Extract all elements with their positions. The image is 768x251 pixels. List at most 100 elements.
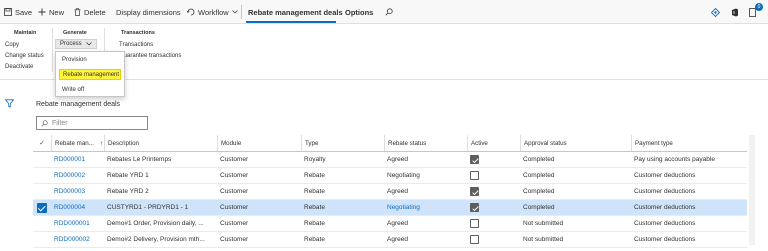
cell-module-text: Customer bbox=[220, 204, 249, 211]
menu-item-provision[interactable]: Provision bbox=[59, 54, 121, 65]
cell-approval-status: Completed bbox=[520, 184, 631, 199]
active-checkbox[interactable] bbox=[470, 155, 479, 164]
cell-active[interactable] bbox=[467, 216, 520, 231]
table-row[interactable]: RD000001 Rebates Le Printemps Customer Roya… bbox=[33, 152, 747, 168]
save-icon bbox=[4, 8, 12, 16]
sort-ascending-icon: ↑ bbox=[99, 139, 103, 147]
guarantee-transactions-button[interactable]: Guarantee transactions bbox=[119, 53, 181, 59]
tab-options[interactable]: Options bbox=[345, 0, 373, 24]
transactions-button[interactable]: Transactions bbox=[119, 42, 153, 48]
cell-rebate-status: Agreed bbox=[384, 216, 467, 231]
cell-deal-id-text[interactable]: RDD000001 bbox=[54, 220, 90, 227]
cell-active[interactable] bbox=[467, 184, 520, 199]
menu-item-write-off[interactable]: Write off bbox=[59, 84, 121, 95]
table-row[interactable]: RDD000001 Demo#1 Order, Provision daily, … bbox=[33, 216, 747, 232]
active-checkbox[interactable] bbox=[470, 235, 479, 244]
ribbon-divider bbox=[52, 28, 53, 72]
cell-deal-id[interactable]: RD000004 bbox=[51, 200, 104, 215]
active-checkbox[interactable] bbox=[470, 187, 479, 196]
active-checkbox[interactable] bbox=[470, 203, 479, 212]
workflow-icon bbox=[187, 8, 195, 16]
new-label: New bbox=[49, 7, 65, 17]
cell-type-text: Rebate bbox=[304, 236, 325, 243]
cell-active[interactable] bbox=[467, 200, 520, 215]
cell-active[interactable] bbox=[467, 232, 520, 247]
copy-button[interactable]: Copy bbox=[5, 42, 19, 48]
select-all-checkbox[interactable]: ✓ bbox=[33, 135, 51, 151]
column-header-rebate-management[interactable]: Rebate man... ↑ bbox=[51, 135, 104, 151]
process-menu: Provision Rebate management Write off bbox=[55, 51, 125, 97]
cell-deal-id[interactable]: RD000003 bbox=[51, 184, 104, 199]
column-header-rebate-status[interactable]: Rebate status bbox=[384, 135, 467, 151]
cell-type-text: Royalty bbox=[304, 156, 326, 163]
display-dimensions-button[interactable]: Display dimensions bbox=[116, 0, 181, 24]
cell-approval-status-text: Completed bbox=[523, 188, 555, 195]
cell-type: Royalty bbox=[301, 152, 384, 167]
action-pane: Save New Delete Display dimensions Workf… bbox=[0, 0, 768, 24]
cell-deal-id[interactable]: RDD000002 bbox=[51, 232, 104, 247]
cell-description: Demo#1 Order, Provision daily, ... bbox=[104, 216, 217, 231]
cell-payment-type: Pay using accounts payable bbox=[631, 152, 747, 167]
table-row[interactable]: RD000004 CUSTYRD1 - PRDYRD1 - 1 Customer Re… bbox=[33, 200, 747, 216]
column-header-label: Approval status bbox=[524, 139, 567, 147]
cell-description: Rebates Le Printemps bbox=[104, 152, 217, 167]
delete-button[interactable]: Delete bbox=[74, 0, 106, 24]
cell-rebate-status-text: Agreed bbox=[387, 236, 408, 243]
vertical-scrollbar[interactable] bbox=[749, 135, 755, 245]
cell-deal-id-text[interactable]: RD000001 bbox=[54, 156, 85, 163]
column-header-description[interactable]: Description bbox=[104, 135, 217, 151]
cell-description: CUSTYRD1 - PRDYRD1 - 1 bbox=[104, 200, 217, 215]
table-row[interactable]: RDD000002 Demo#2 Delivery, Provision mth.… bbox=[33, 232, 747, 248]
row-select-checkbox[interactable] bbox=[33, 152, 51, 167]
active-checkbox[interactable] bbox=[470, 219, 479, 228]
column-header-payment-type[interactable]: Payment type bbox=[631, 135, 747, 151]
cell-type: Rebate bbox=[301, 216, 384, 231]
column-header-type[interactable]: Type bbox=[301, 135, 384, 151]
column-header-approval-status[interactable]: Approval status bbox=[520, 135, 631, 151]
menu-item-rebate-management[interactable]: Rebate management bbox=[59, 69, 121, 80]
change-status-button[interactable]: Change status bbox=[5, 53, 44, 59]
cell-payment-type: Customer deductions bbox=[631, 168, 747, 183]
cell-module-text: Customer bbox=[220, 236, 249, 243]
cell-deal-id[interactable]: RD000001 bbox=[51, 152, 104, 167]
active-checkbox[interactable] bbox=[470, 171, 479, 180]
process-dropdown-button[interactable]: Process bbox=[55, 39, 97, 49]
column-header-active[interactable]: Active bbox=[467, 135, 520, 151]
new-button[interactable]: New bbox=[38, 0, 64, 24]
cell-active[interactable] bbox=[467, 168, 520, 183]
filter-pane-icon[interactable] bbox=[5, 99, 14, 108]
row-select-checkbox[interactable] bbox=[33, 184, 51, 199]
row-select-checkbox[interactable] bbox=[33, 216, 51, 231]
cell-module: Customer bbox=[217, 152, 301, 167]
search-icon bbox=[41, 119, 48, 127]
connect-button[interactable] bbox=[711, 0, 723, 24]
cell-type-text: Rebate bbox=[304, 220, 325, 227]
filter-input[interactable]: Filter bbox=[36, 116, 148, 130]
cell-deal-id-text[interactable]: RD000003 bbox=[54, 188, 85, 195]
cell-approval-status-text: Completed bbox=[523, 156, 555, 163]
cell-deal-id[interactable]: RD000002 bbox=[51, 168, 104, 183]
checkmark-icon bbox=[37, 202, 47, 213]
workflow-button[interactable]: Workflow bbox=[187, 0, 241, 24]
office-button[interactable] bbox=[731, 0, 742, 24]
cell-deal-id-text[interactable]: RD000002 bbox=[54, 172, 85, 179]
column-header-module[interactable]: Module bbox=[217, 135, 301, 151]
grid-header: ✓ Rebate man... ↑ Description Module Typ… bbox=[33, 135, 747, 152]
deactivate-button[interactable]: Deactivate bbox=[5, 64, 33, 70]
tab-rebate-management-deals-label: Rebate management deals bbox=[248, 7, 343, 17]
table-row[interactable]: RD000002 Rebate YRD 1 Customer Rebate Negoti… bbox=[33, 168, 747, 184]
notification-badge: 0 bbox=[755, 3, 763, 11]
table-row[interactable]: RD000003 Rebate YRD 2 Customer Rebate Agreed… bbox=[33, 184, 747, 200]
row-select-checkbox[interactable] bbox=[33, 200, 51, 215]
save-button[interactable]: Save bbox=[4, 0, 32, 24]
column-header-label: Description bbox=[108, 139, 139, 147]
chevron-down-icon bbox=[231, 10, 238, 14]
row-select-checkbox[interactable] bbox=[33, 168, 51, 183]
cell-deal-id-text[interactable]: RDD000002 bbox=[54, 236, 90, 243]
cell-deal-id[interactable]: RDD000001 bbox=[51, 216, 104, 231]
cell-deal-id-text[interactable]: RD000004 bbox=[54, 204, 85, 211]
cell-module: Customer bbox=[217, 216, 301, 231]
search-button[interactable] bbox=[385, 0, 396, 24]
cell-active[interactable] bbox=[467, 152, 520, 167]
row-select-checkbox[interactable] bbox=[33, 232, 51, 247]
